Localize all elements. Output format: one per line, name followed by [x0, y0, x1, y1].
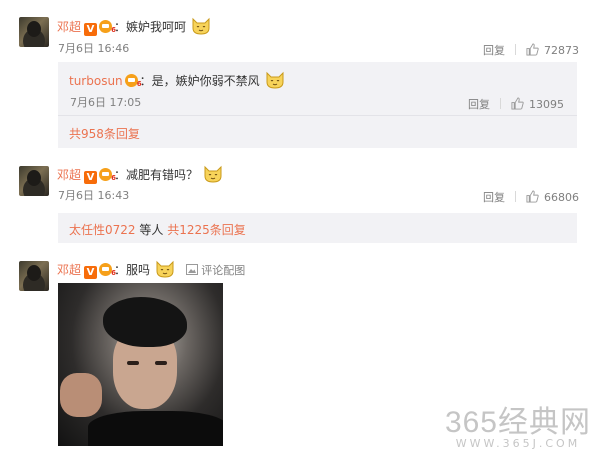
- avatar[interactable]: [19, 17, 49, 47]
- vip-level-icon: 6: [124, 74, 142, 88]
- avatar[interactable]: [19, 261, 49, 291]
- thumb-up-icon: [526, 190, 539, 203]
- verified-v-icon: V: [84, 266, 98, 279]
- subreply-username[interactable]: turbosun: [69, 74, 123, 88]
- username[interactable]: 邓超: [57, 20, 81, 34]
- cat-emoji-icon: [192, 17, 210, 35]
- subreply-time: 7月6日 17:05: [70, 96, 142, 109]
- comment-text: ：嫉妒我呵呵: [114, 20, 187, 34]
- like-count: 66806: [544, 191, 579, 204]
- divider: [515, 191, 516, 202]
- verified-v-icon: V: [84, 171, 98, 184]
- subreply-text: ：是，嫉妒你弱不禁风: [139, 74, 260, 88]
- reply-button[interactable]: 回复: [483, 191, 505, 204]
- username[interactable]: 邓超: [57, 263, 81, 277]
- comment-text: ：减肥有错吗？: [114, 168, 199, 182]
- subreply-reply-button[interactable]: 回复: [468, 98, 490, 111]
- comment-text: ：服吗: [114, 263, 151, 277]
- reply-summary-middle: 等人: [135, 223, 168, 237]
- thumb-up-icon: [526, 43, 539, 56]
- watermark: 365经典网 WWW.365J.COM: [445, 397, 591, 450]
- like-count: 13095: [529, 98, 564, 111]
- username[interactable]: 邓超: [57, 168, 81, 182]
- total-replies-link[interactable]: 共1225条回复: [167, 223, 246, 237]
- reply-summary-user[interactable]: 太任性0722: [69, 223, 136, 237]
- vip-level-icon: 6: [99, 20, 116, 34]
- like-button[interactable]: 66806: [526, 186, 579, 205]
- comment-image[interactable]: [58, 283, 223, 446]
- divider: [500, 98, 501, 109]
- watermark-url: WWW.365J.COM: [455, 437, 581, 450]
- cat-emoji-icon: [204, 165, 222, 183]
- reply-summary-box: 太任性0722 等人 共1225条回复: [58, 213, 577, 243]
- thumb-up-icon: [511, 97, 524, 110]
- comment-time: 7月6日 16:46: [58, 42, 130, 55]
- verified-v-icon: V: [84, 23, 98, 36]
- watermark-title: 365经典网: [444, 406, 591, 439]
- avatar[interactable]: [19, 166, 49, 196]
- comment-time: 7月6日 16:43: [58, 189, 130, 202]
- like-button[interactable]: 72873: [526, 39, 579, 58]
- comment-image-link[interactable]: 评论配图: [186, 259, 245, 278]
- divider: [58, 115, 577, 116]
- like-count: 72873: [544, 44, 579, 57]
- reply-button[interactable]: 回复: [483, 44, 505, 57]
- vip-level-icon: 6: [99, 263, 116, 277]
- total-replies-link[interactable]: 共958条回复: [69, 125, 140, 142]
- vip-level-icon: 6: [99, 168, 116, 182]
- divider: [515, 44, 516, 55]
- subreply-like-button[interactable]: 13095: [511, 93, 564, 112]
- image-icon: [186, 264, 199, 275]
- subreply-box: turbosun 6 ：是，嫉妒你弱不禁风 7月6日 17:05 回复 13095 共…: [58, 62, 577, 148]
- cat-emoji-icon: [266, 71, 284, 89]
- cat-emoji-icon: [156, 260, 174, 278]
